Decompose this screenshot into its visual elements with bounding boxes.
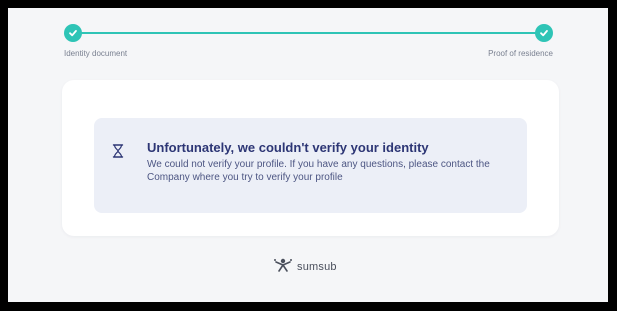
notice-message: We could not verify your profile. If you… xyxy=(147,159,490,183)
step-proof-of-residence-check-icon xyxy=(535,24,553,42)
sumsub-logo-icon xyxy=(273,258,293,277)
verification-failed-notice: Unfortunately, we couldn't verify your i… xyxy=(94,118,527,213)
step-identity-document-check-icon xyxy=(64,24,82,42)
hourglass-icon xyxy=(111,144,125,158)
progress-stepper: Identity document Proof of residence xyxy=(64,24,553,64)
brand-name: sumsub xyxy=(297,261,337,273)
sumsub-branding: sumsub xyxy=(273,258,337,277)
status-card: Unfortunately, we couldn't verify your i… xyxy=(62,80,559,236)
verification-page: Identity document Proof of residence Unf… xyxy=(8,8,608,302)
step-label-proof-of-residence: Proof of residence xyxy=(488,49,553,58)
stepper-line xyxy=(73,32,544,34)
notice-title: Unfortunately, we couldn't verify your i… xyxy=(147,140,429,155)
step-label-identity-document: Identity document xyxy=(64,49,128,58)
